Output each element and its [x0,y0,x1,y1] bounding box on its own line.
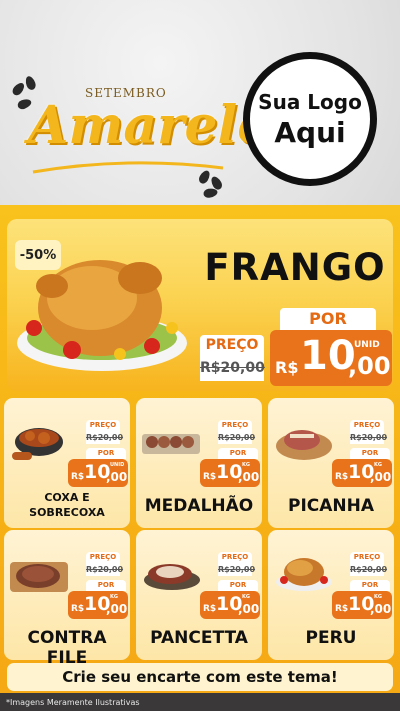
price-decimals: ,00 [370,470,392,484]
product-name: COXA E SOBRECOXA [29,491,105,519]
price-currency: R$ [71,604,85,614]
product-card: PREÇO R$20,00 POR R$ 10,00 KG CONTRA FILE [4,530,130,668]
product-card: PREÇO R$20,00 POR R$ 10,00 KG MEDALHÃO [136,398,262,528]
campaign-title: Amarelo [28,95,272,156]
old-price: R$20,00 [218,431,256,444]
price-currency: R$ [203,472,217,482]
old-price: R$20,00 [218,563,256,576]
disclaimer: *Imagens Meramente Ilustrativas [0,693,400,711]
cta-banner: Crie seu encarte com este tema! [7,663,393,691]
por-label: POR [218,448,258,459]
logo-placeholder: Sua Logo Aqui [243,52,377,186]
preco-label: PREÇO [350,552,384,563]
price-unit: KG [242,462,250,468]
new-price: R$ 10 ,00 UNID [270,330,392,386]
product-card: PREÇO R$20,00 POR R$ 10,00 KG PICANHA [268,398,394,528]
pancetta-icon [144,564,200,590]
por-label: POR [218,580,258,591]
swoosh-decoration [32,161,224,174]
price-decimals: ,00 [238,602,260,616]
price-decimals: ,00 [106,602,128,616]
header-area: SETEMBRO Amarelo Sua Logo Aqui [0,0,400,210]
new-price: R$ 10,00 KG [200,459,260,487]
product-name: PANCETTA [150,628,248,648]
por-label: POR [86,580,126,591]
price-unit: UNID [354,340,380,350]
flyer: SETEMBRO Amarelo Sua Logo Aqui -50% FRAN… [0,0,400,711]
seed-icon [202,187,219,199]
preco-label: PREÇO [350,420,384,431]
steak-icon [10,562,68,592]
price-decimals: ,00 [370,602,392,616]
preco-label: PREÇO [86,552,120,563]
product-card: PREÇO R$20,00 POR R$ 10,00 KG PANCETTA [136,530,262,660]
price-currency: R$ [71,472,85,482]
price-decimals: ,00 [348,352,391,380]
seed-icon [10,80,27,98]
old-price: R$20,00 [86,563,124,576]
por-label: POR [86,448,126,459]
logo-text-line2: Aqui [274,115,346,149]
new-price: R$ 10,00 UNID [68,459,128,487]
chicken-pot-icon [12,428,63,460]
preco-label: PREÇO [218,420,252,431]
price-currency: R$ [275,358,299,377]
new-price: R$ 10,00 KG [200,591,260,619]
price-unit: KG [110,594,118,600]
product-name: PICANHA [287,496,375,516]
product-card: PREÇO R$20,00 POR R$ 10,00 UNID COXA E SOBRECO… [4,398,130,528]
new-price: R$ 10,00 KG [332,459,392,487]
old-price: R$20,00 [86,431,124,444]
price-currency: R$ [335,472,349,482]
discount-badge: -50% [15,240,61,270]
new-price: R$ 10,00 KG [332,591,392,619]
product-card: PREÇO R$20,00 POR R$ 10,00 KG PERU [268,530,394,660]
new-price: R$ 10,00 KG [68,591,128,619]
preco-label: PREÇO [218,552,252,563]
product-name: MEDALHÃO [144,496,254,516]
price-decimals: ,00 [238,470,260,484]
price-unit: KG [374,594,382,600]
preco-label: PREÇO [200,335,264,355]
por-label: POR [280,308,376,330]
price-decimals: ,00 [106,470,128,484]
logo-text-line1: Sua Logo [258,89,362,114]
product-name: CONTRA FILE [27,628,107,668]
product-name: PERU [305,628,357,648]
old-price: R$20,00 [350,431,388,444]
old-price: R$20,00 [200,355,265,381]
price-unit: KG [374,462,382,468]
price-currency: R$ [335,604,349,614]
old-price: R$20,00 [350,563,388,576]
price-unit: KG [242,594,250,600]
preco-label: PREÇO [86,420,120,431]
por-label: POR [350,580,390,591]
seed-icon [23,74,38,92]
hero-product-name: FRANGO [204,246,386,289]
turkey-icon [276,558,332,591]
picanha-board-icon [276,430,332,460]
price-unit: UNID [110,462,125,468]
por-label: POR [350,448,390,459]
medallion-skewers-icon [142,434,200,454]
price-currency: R$ [203,604,217,614]
